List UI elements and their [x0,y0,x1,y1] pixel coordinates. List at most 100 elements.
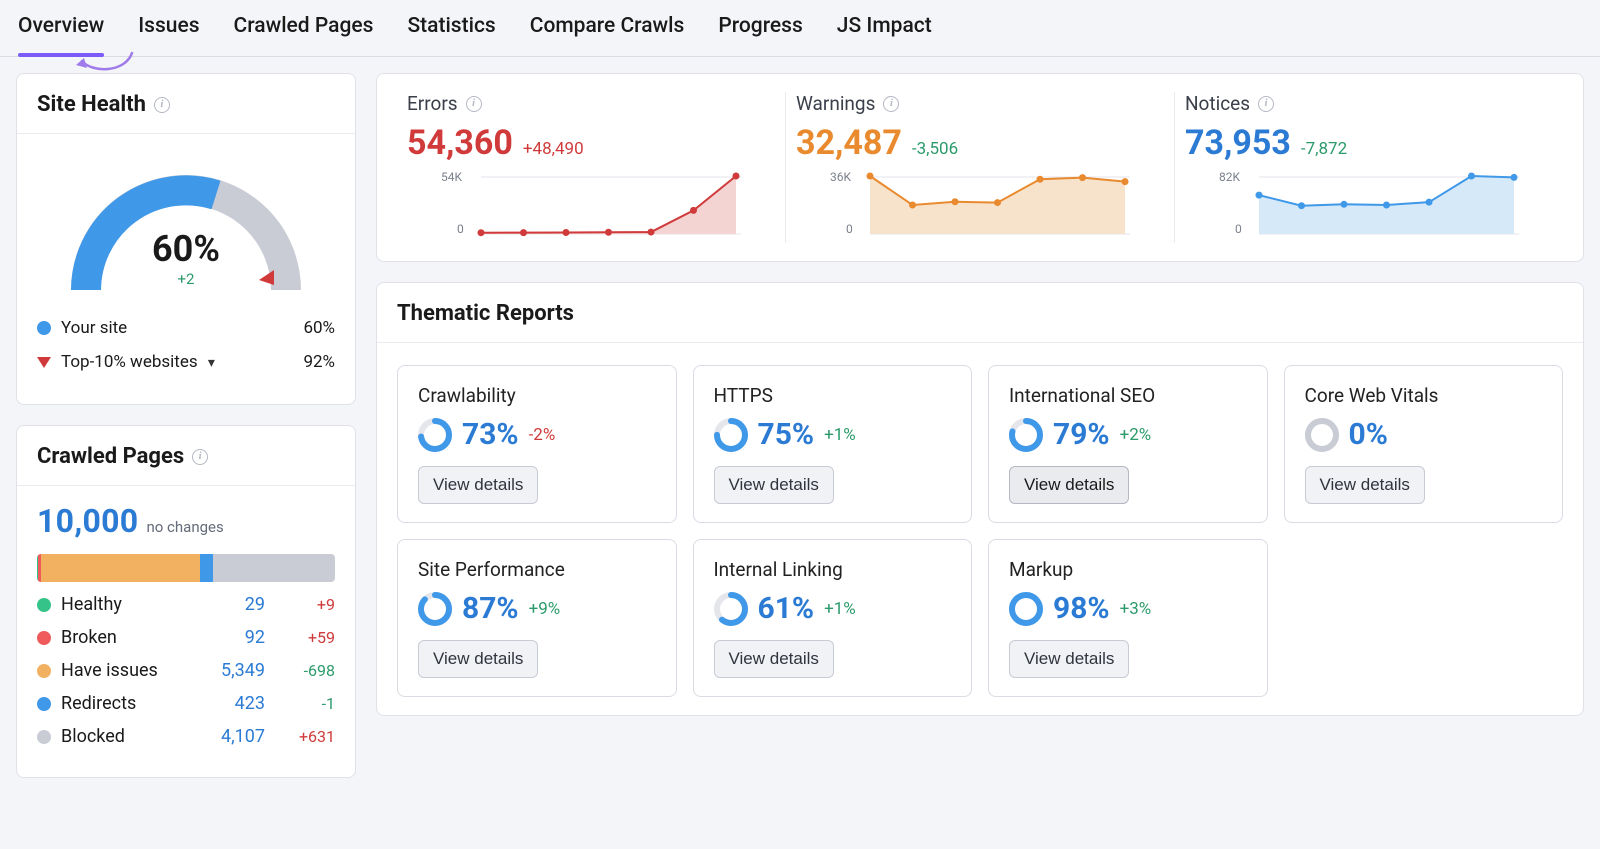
crawled-row-issues[interactable]: Have issues 5,349 -698 [37,660,335,681]
tab-statistics[interactable]: Statistics [407,14,495,56]
view-details-button[interactable]: View details [418,640,538,678]
tab-crawled-pages[interactable]: Crawled Pages [234,14,374,56]
crawled-total: 10,000 no changes [37,502,335,540]
crawled-row-label: Healthy [61,594,187,615]
view-details-button[interactable]: View details [1009,640,1129,678]
info-icon[interactable]: i [883,96,899,112]
report-name: Markup [1009,558,1247,581]
svg-text:82K: 82K [1219,170,1240,184]
crawled-row-healthy[interactable]: Healthy 29 +9 [37,594,335,615]
report-delta: +3% [1120,599,1152,619]
report-pct: 0% [1349,417,1388,452]
tab-compare-crawls[interactable]: Compare Crawls [530,14,685,56]
report-name: Crawlability [418,384,656,407]
bar-seg-redirects[interactable] [200,554,213,582]
report-pct: 75% [758,417,815,452]
site-health-title-text: Site Health [37,92,146,117]
report-core-web-vitals: Core Web Vitals 0% View details [1284,365,1564,523]
crawled-row-delta: +631 [275,727,335,746]
report-markup: Markup 98% +3% View details [988,539,1268,697]
donut-icon [418,418,452,452]
triangle-icon [37,357,51,368]
legend-label: Your site [61,318,293,338]
donut-icon [418,592,452,626]
site-health-title: Site Health i [17,74,355,134]
report-name: Internal Linking [714,558,952,581]
crawled-row-value: 29 [197,594,265,615]
crawled-row-delta: +9 [275,595,335,614]
view-details-button[interactable]: View details [714,466,834,504]
dot-icon [37,631,51,645]
kpi-value[interactable]: 54,360 [407,123,513,163]
kpi-card: Errors i 54,360 +48,490 54K 0 Warnings i… [376,73,1584,262]
legend-pct: 92% [303,352,335,372]
bar-seg-blocked[interactable] [213,554,335,582]
kpi-title: Notices i [1185,92,1553,115]
chevron-down-icon: ▾ [208,355,215,371]
tab-js-impact[interactable]: JS Impact [837,14,932,56]
legend-label: Top-10% websites ▾ [61,352,293,372]
report-delta: +1% [824,425,856,445]
nav-tabs: Overview Issues Crawled Pages Statistics Com… [0,0,1600,57]
gauge-readout: 60% +2 [37,228,335,288]
legend-top10[interactable]: Top-10% websites ▾ 92% [37,352,335,372]
kpi-value[interactable]: 73,953 [1185,123,1291,163]
crawled-row-redirects[interactable]: Redirects 423 -1 [37,693,335,714]
crawled-row-label: Redirects [61,693,187,714]
kpi-delta: -7,872 [1301,139,1347,159]
crawled-row-broken[interactable]: Broken 92 +59 [37,627,335,648]
site-health-card: Site Health i 60% +2 [16,73,356,405]
crawled-row-value: 5,349 [197,660,265,681]
crawled-row-value: 423 [197,693,265,714]
report-delta: +1% [824,599,856,619]
dot-icon [37,664,51,678]
report-name: HTTPS [714,384,952,407]
report-name: Core Web Vitals [1305,384,1543,407]
crawled-row-label: Have issues [61,660,187,681]
dot-icon [37,321,51,335]
crawled-row-value: 92 [197,627,265,648]
info-icon[interactable]: i [154,97,170,113]
tab-overview[interactable]: Overview [18,14,104,56]
report-pct: 73% [462,417,519,452]
report-name: Site Performance [418,558,656,581]
report-delta: -2% [529,425,556,445]
svg-text:0: 0 [846,222,853,236]
view-details-button[interactable]: View details [1305,466,1425,504]
tab-issues[interactable]: Issues [138,14,199,56]
tab-progress[interactable]: Progress [718,14,802,56]
report-delta: +9% [529,599,561,619]
donut-icon [1009,418,1043,452]
info-icon[interactable]: i [192,449,208,465]
report-international-seo: International SEO 79% +2% View details [988,365,1268,523]
kpi-sparkline: 82K 0 [1185,169,1553,239]
svg-text:0: 0 [457,222,464,236]
info-icon[interactable]: i [466,96,482,112]
view-details-button[interactable]: View details [714,640,834,678]
crawled-pages-title: Crawled Pages i [17,426,355,486]
view-details-button[interactable]: View details [1009,466,1129,504]
report-internal-linking: Internal Linking 61% +1% View details [693,539,973,697]
dot-icon [37,730,51,744]
crawled-pages-card: Crawled Pages i 10,000 no changes Health… [16,425,356,778]
crawled-row-blocked[interactable]: Blocked 4,107 +631 [37,726,335,747]
donut-icon [1009,592,1043,626]
view-details-button[interactable]: View details [418,466,538,504]
bar-seg-issues[interactable] [41,554,200,582]
kpi-title: Errors i [407,92,775,115]
report-pct: 87% [462,591,519,626]
kpi-delta: -3,506 [912,139,958,159]
crawled-row-delta: -1 [275,694,335,713]
svg-text:36K: 36K [830,170,851,184]
crawled-total-value[interactable]: 10,000 [37,502,138,540]
kpi-sparkline: 54K 0 [407,169,775,239]
crawled-row-value: 4,107 [197,726,265,747]
dot-icon [37,598,51,612]
donut-icon [714,418,748,452]
report-name: International SEO [1009,384,1247,407]
gauge-delta: +2 [37,270,335,288]
kpi-value[interactable]: 32,487 [796,123,902,163]
site-health-gauge: 60% +2 [37,150,335,304]
kpi-notices: Notices i 73,953 -7,872 82K 0 [1175,92,1563,243]
info-icon[interactable]: i [1258,96,1274,112]
